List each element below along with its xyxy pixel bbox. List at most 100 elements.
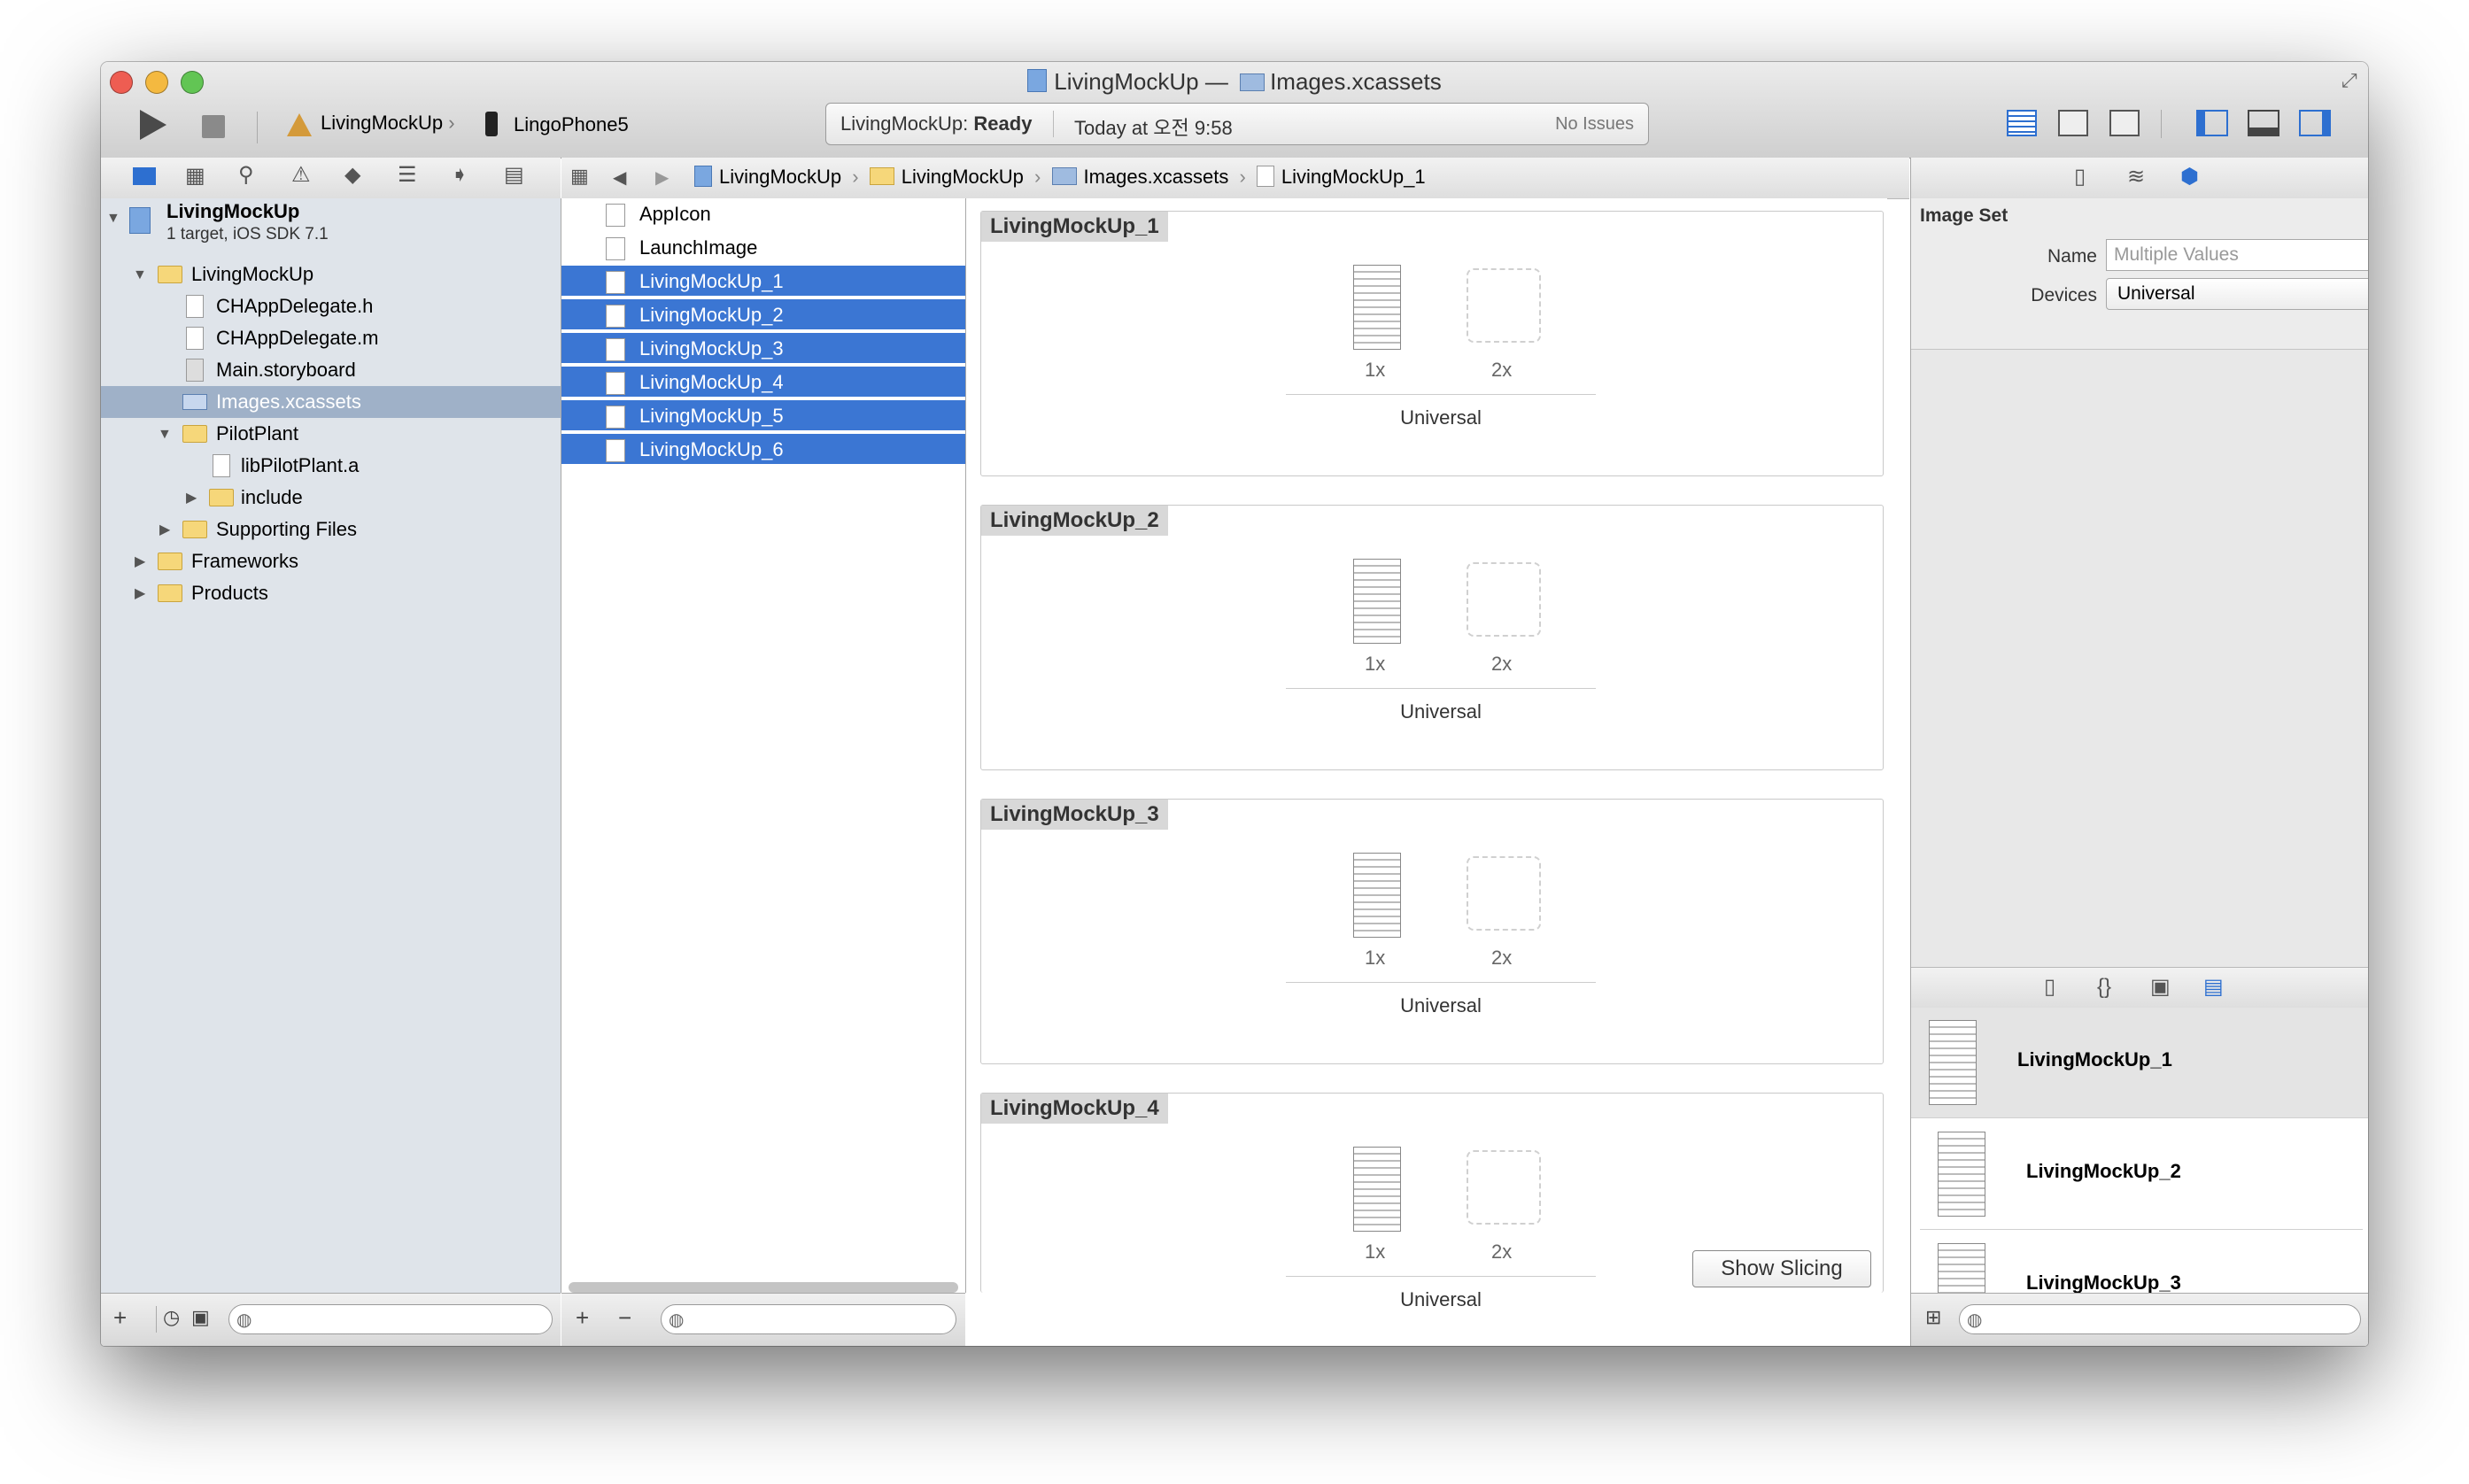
grid-view-icon[interactable]: ⊞ bbox=[1925, 1306, 1941, 1329]
jump-bar: ▦ ◀ ▶ LivingMockUp › LivingMockUp › Imag… bbox=[561, 158, 1909, 199]
library-item[interactable]: LivingMockUp_1 bbox=[1911, 1008, 2368, 1118]
device-label: Universal bbox=[1400, 1288, 1482, 1310]
image-slot-1x[interactable] bbox=[1353, 853, 1401, 938]
find-navigator-icon[interactable]: ⚲ bbox=[238, 165, 254, 186]
disclosure-closed-icon[interactable]: ▶ bbox=[159, 514, 170, 546]
standard-editor-icon[interactable] bbox=[2007, 110, 2037, 136]
status-issues[interactable]: No Issues bbox=[1555, 114, 1634, 135]
asset-item-launchimage[interactable]: LaunchImage bbox=[561, 232, 965, 264]
image-slot-1x[interactable] bbox=[1353, 265, 1401, 350]
breadcrumb-catalog[interactable]: Images.xcassets bbox=[1084, 166, 1229, 188]
breadcrumb-group[interactable]: LivingMockUp bbox=[902, 166, 1024, 188]
library-item-label: LivingMockUp_1 bbox=[2017, 1048, 2172, 1070]
stop-icon[interactable] bbox=[202, 115, 225, 138]
toggle-debug-icon[interactable] bbox=[2248, 110, 2279, 136]
asset-item-livingmockup-2[interactable]: LivingMockUp_2 bbox=[561, 299, 965, 331]
name-field[interactable]: Multiple Values ➲ bbox=[2106, 239, 2368, 271]
tree-item-libpilotplant[interactable]: libPilotPlant.a bbox=[101, 450, 561, 482]
disclosure-closed-icon[interactable]: ▶ bbox=[135, 546, 145, 578]
related-items-icon[interactable]: ▦ bbox=[570, 166, 589, 186]
asset-item-livingmockup-6[interactable]: LivingMockUp_6 bbox=[561, 434, 965, 466]
file-template-library-icon[interactable]: ▯ bbox=[2044, 977, 2055, 998]
add-asset-button[interactable]: + bbox=[576, 1304, 589, 1332]
library-filter-field[interactable]: ◍ bbox=[1959, 1304, 2361, 1334]
image-slot-1x[interactable] bbox=[1353, 1147, 1401, 1232]
tree-item-products[interactable]: ▶ Products bbox=[101, 577, 561, 609]
asset-item-livingmockup-1[interactable]: LivingMockUp_1 bbox=[561, 266, 965, 298]
object-library-icon[interactable]: ▣ bbox=[2150, 977, 2171, 998]
asset-item-appicon[interactable]: AppIcon bbox=[561, 198, 965, 230]
disclosure-open-icon[interactable]: ▼ bbox=[158, 419, 172, 451]
back-icon[interactable]: ◀ bbox=[613, 166, 626, 189]
tree-item-frameworks[interactable]: ▶ Frameworks bbox=[101, 545, 561, 577]
tree-item-label: LivingMockUp bbox=[191, 263, 314, 285]
forward-icon[interactable]: ▶ bbox=[655, 166, 669, 189]
title-bar: LivingMockUp — Images.xcassets ⤢ LivingM… bbox=[101, 62, 2368, 158]
tree-item-livingmockup-group[interactable]: ▼ LivingMockUp bbox=[101, 259, 561, 290]
fullscreen-icon[interactable]: ⤢ bbox=[2341, 69, 2357, 92]
tree-item-label: libPilotPlant.a bbox=[241, 454, 360, 476]
image-slot-2x[interactable] bbox=[1467, 1150, 1541, 1225]
show-slicing-button[interactable]: Show Slicing bbox=[1692, 1250, 1871, 1287]
file-inspector-icon[interactable]: ▯ bbox=[2074, 166, 2086, 188]
divider bbox=[1286, 394, 1596, 395]
asset-item-livingmockup-5[interactable]: LivingMockUp_5 bbox=[561, 400, 965, 432]
project-navigator-icon[interactable] bbox=[133, 167, 156, 185]
toggle-utilities-icon[interactable] bbox=[2299, 110, 2331, 136]
debug-navigator-icon[interactable]: ☰ bbox=[398, 165, 417, 186]
divider bbox=[1286, 688, 1596, 689]
device-selector[interactable]: LingoPhone5 bbox=[514, 113, 629, 136]
utilities-area: ▯ ≋ ⬢ Image Set Name Multiple Values ➲ D… bbox=[1910, 158, 2368, 1346]
source-control-filter-icon[interactable]: ▣ bbox=[191, 1306, 210, 1329]
media-library-icon[interactable]: ▤ bbox=[2203, 977, 2224, 998]
tree-item-appdelegate-m[interactable]: CHAppDelegate.m bbox=[101, 322, 561, 354]
devices-popup[interactable]: Universal ⇕ bbox=[2106, 278, 2368, 310]
project-name[interactable]: LivingMockUp bbox=[166, 200, 299, 223]
navigator-filter-field[interactable]: ◍ bbox=[228, 1304, 553, 1334]
image-slot-1x[interactable] bbox=[1353, 559, 1401, 644]
tree-item-include[interactable]: ▶ include bbox=[101, 482, 561, 514]
asset-list-bottom-bar: + − ◍ bbox=[561, 1293, 965, 1346]
asset-list-scrollbar[interactable] bbox=[569, 1282, 958, 1293]
device-label: Universal bbox=[1400, 700, 1482, 723]
version-editor-icon[interactable] bbox=[2109, 110, 2140, 136]
quick-help-icon[interactable]: ≋ bbox=[2127, 166, 2145, 188]
asset-item-label: LivingMockUp_2 bbox=[639, 304, 784, 326]
disclosure-closed-icon[interactable]: ▶ bbox=[186, 483, 197, 514]
image-slot-2x[interactable] bbox=[1467, 856, 1541, 931]
disclosure-open-icon[interactable]: ▼ bbox=[106, 211, 120, 227]
issue-navigator-icon[interactable]: ⚠ bbox=[291, 165, 311, 186]
code-snippet-library-icon[interactable]: {} bbox=[2097, 977, 2111, 998]
breadcrumb-project[interactable]: LivingMockUp bbox=[719, 166, 841, 188]
tree-item-pilotplant[interactable]: ▼ PilotPlant bbox=[101, 418, 561, 450]
library-item[interactable]: LivingMockUp_2 bbox=[1920, 1119, 2363, 1230]
asset-item-label: LivingMockUp_3 bbox=[639, 337, 784, 359]
symbol-navigator-icon[interactable]: ▦ bbox=[185, 166, 205, 187]
run-icon[interactable] bbox=[140, 110, 166, 140]
breadcrumb-image-set[interactable]: LivingMockUp_1 bbox=[1281, 166, 1426, 188]
asset-item-livingmockup-3[interactable]: LivingMockUp_3 bbox=[561, 333, 965, 365]
image-set-panel: LivingMockUp_2 1x 2x Universal bbox=[980, 505, 1884, 770]
tree-item-main-storyboard[interactable]: Main.storyboard bbox=[101, 354, 561, 386]
image-slot-2x[interactable] bbox=[1467, 562, 1541, 637]
scheme-selector[interactable]: LivingMockUp › bbox=[321, 112, 455, 135]
add-icon[interactable]: + bbox=[113, 1304, 127, 1332]
disclosure-closed-icon[interactable]: ▶ bbox=[135, 578, 145, 610]
log-navigator-icon[interactable]: ▤ bbox=[504, 165, 524, 186]
assistant-editor-icon[interactable] bbox=[2058, 110, 2088, 136]
filter-icon: ◍ bbox=[1967, 1310, 1983, 1330]
disclosure-open-icon[interactable]: ▼ bbox=[133, 259, 147, 291]
asset-filter-field[interactable]: ◍ bbox=[661, 1304, 956, 1334]
remove-asset-button[interactable]: − bbox=[618, 1304, 631, 1332]
library-item[interactable]: LivingMockUp_3 bbox=[1920, 1231, 2363, 1293]
attributes-inspector-icon[interactable]: ⬢ bbox=[2180, 166, 2199, 188]
tree-item-images-xcassets[interactable]: Images.xcassets bbox=[101, 386, 561, 418]
tree-item-appdelegate-h[interactable]: CHAppDelegate.h bbox=[101, 290, 561, 322]
breakpoint-navigator-icon[interactable]: ➧ bbox=[451, 165, 468, 186]
recent-files-icon[interactable]: ◷ bbox=[163, 1306, 180, 1329]
asset-item-livingmockup-4[interactable]: LivingMockUp_4 bbox=[561, 367, 965, 398]
test-navigator-icon[interactable]: ◆ bbox=[344, 165, 360, 186]
image-slot-2x[interactable] bbox=[1467, 268, 1541, 343]
tree-item-supporting-files[interactable]: ▶ Supporting Files bbox=[101, 514, 561, 545]
toggle-navigator-icon[interactable] bbox=[2196, 110, 2228, 136]
